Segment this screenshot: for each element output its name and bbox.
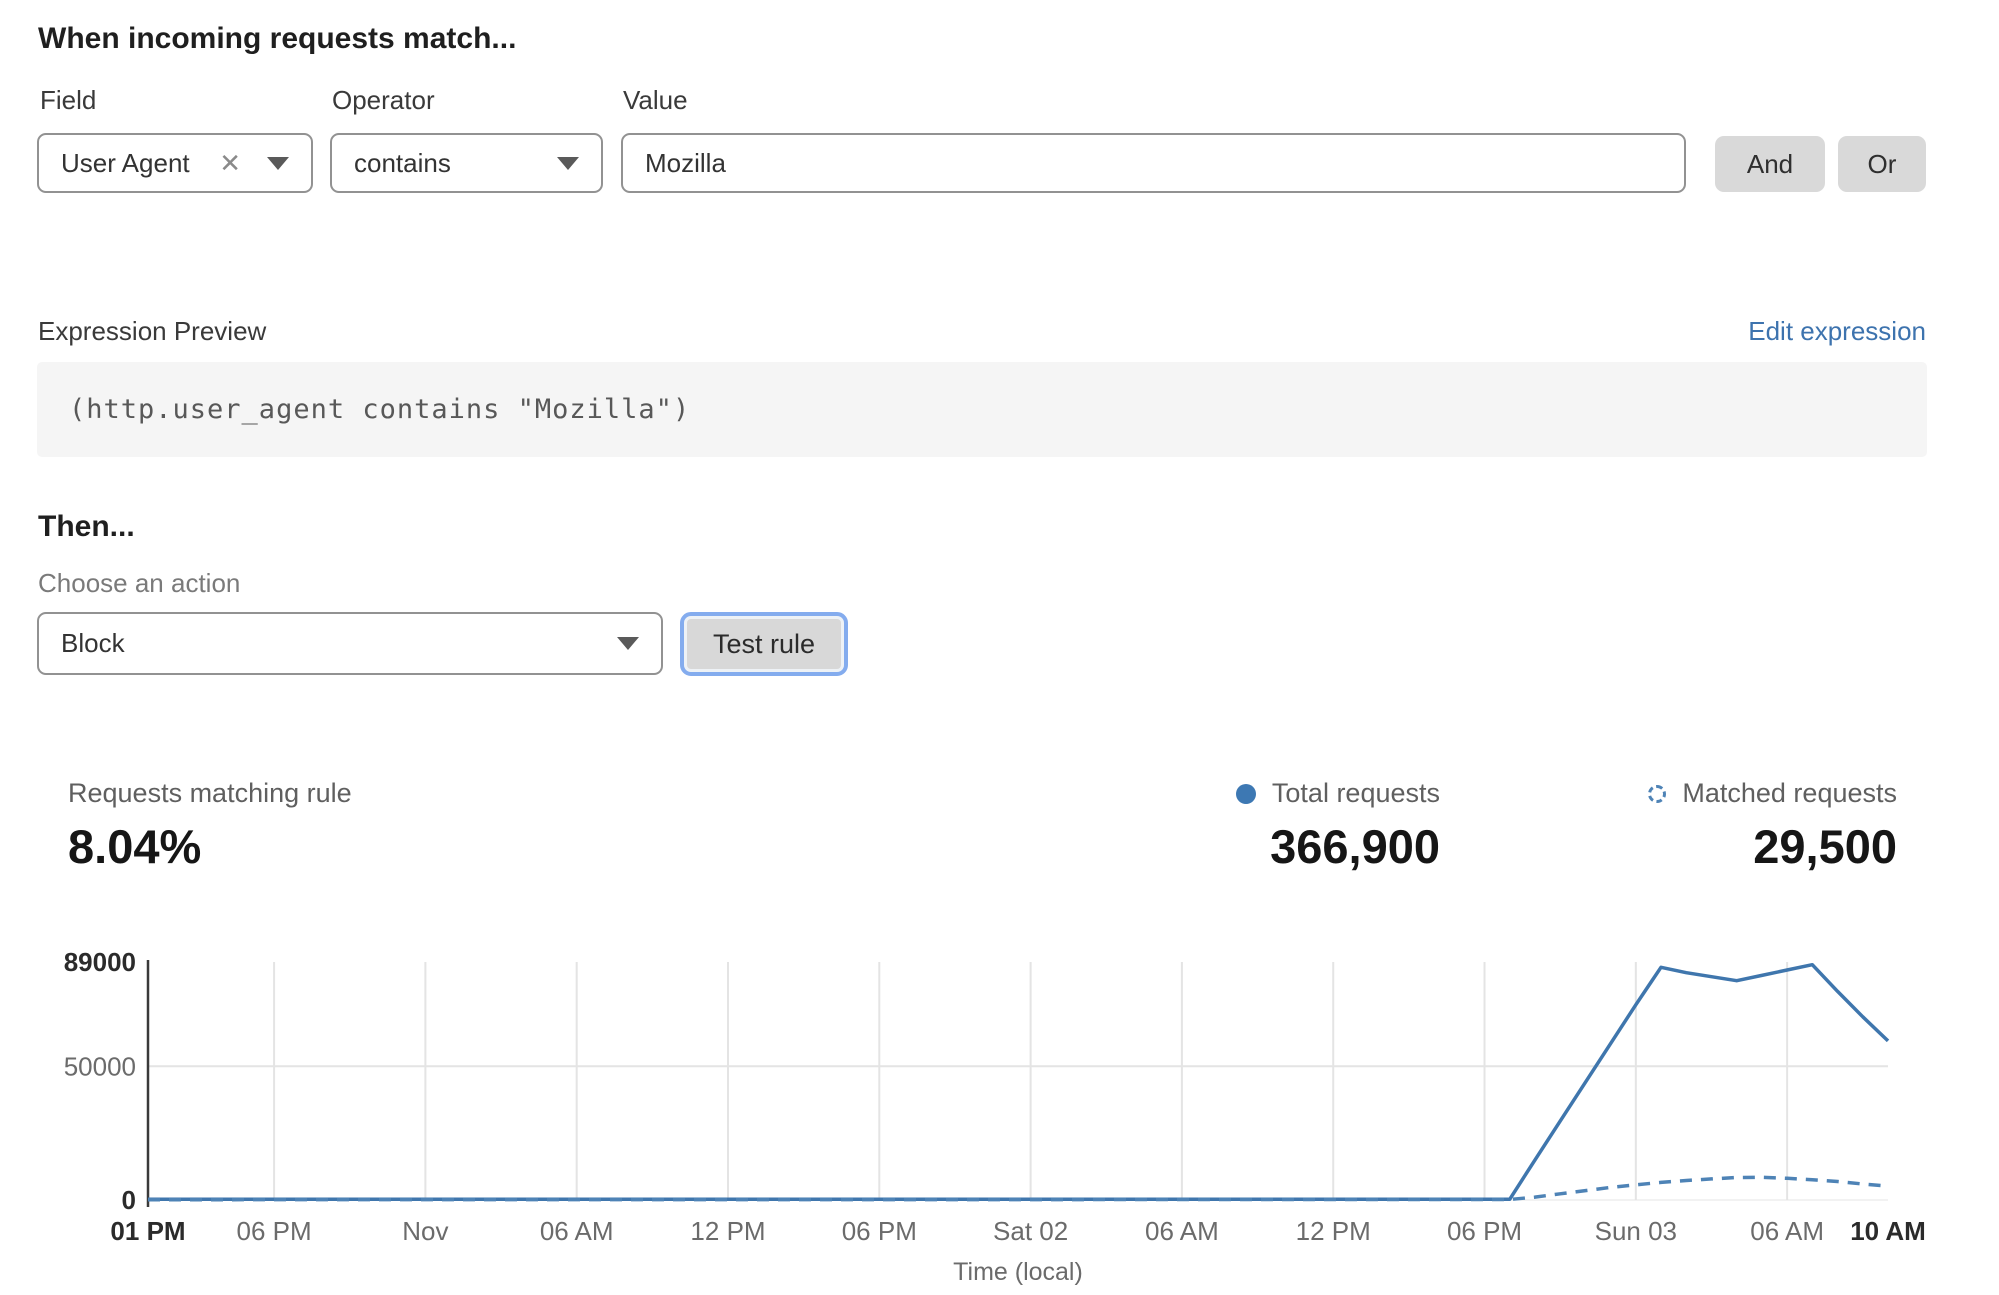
edit-expression-link[interactable]: Edit expression [1748,316,1926,347]
expression-code: (http.user_agent contains "Mozilla") [37,394,690,425]
total-requests-value: 366,900 [1236,819,1440,874]
operator-select[interactable]: contains [330,133,603,193]
value-input[interactable] [621,133,1686,193]
matched-requests-label: Matched requests [1682,778,1897,809]
x-tick-label: 01 PM [110,1216,185,1246]
requests-chart: 0 50000 89000 01 PM 06 PM Nov 06 AM 12 PM 06 PM S… [0,930,1999,1295]
or-button[interactable]: Or [1838,136,1926,192]
x-tick-label: 06 PM [1447,1216,1522,1246]
chevron-down-icon [557,157,579,170]
chevron-down-icon [267,157,289,170]
x-tick-label: 12 PM [690,1216,765,1246]
total-requests-label: Total requests [1272,778,1440,809]
matched-requests-legend-icon [1648,785,1666,803]
chart-line-matched [148,1177,1888,1199]
then-section-title: Then... [38,510,135,544]
test-rule-button[interactable]: Test rule [684,616,844,672]
x-tick-label: 06 PM [842,1216,917,1246]
requests-chart-svg: 0 50000 89000 01 PM 06 PM Nov 06 AM 12 PM 06 PM S… [0,930,1999,1295]
matched-requests-stat: Matched requests 29,500 [1648,778,1897,874]
x-tick-label: Sun 03 [1595,1216,1677,1246]
matching-rule-label: Requests matching rule [68,778,352,809]
matching-rule-stat: Requests matching rule 8.04% [68,778,352,874]
matching-rule-value: 8.04% [68,819,352,874]
field-label: Field [40,85,96,116]
x-tick-label: 06 AM [1145,1216,1219,1246]
action-select[interactable]: Block [37,612,663,675]
total-requests-legend-icon [1236,784,1256,804]
operator-select-value: contains [354,148,451,179]
action-select-value: Block [61,628,125,659]
clear-field-icon[interactable]: ✕ [219,150,241,176]
x-tick-label: 06 AM [1750,1216,1824,1246]
and-button[interactable]: And [1715,136,1825,192]
expression-preview-label: Expression Preview [38,316,266,347]
x-tick-label: 10 AM [1850,1216,1926,1246]
y-tick-label: 0 [122,1185,136,1215]
x-tick-label: Sat 02 [993,1216,1068,1246]
choose-action-label: Choose an action [38,568,240,599]
y-tick-label: 50000 [64,1051,136,1081]
chevron-down-icon [617,637,639,650]
x-tick-label: Nov [402,1216,448,1246]
x-axis-title: Time (local) [953,1258,1083,1286]
firewall-rule-builder: When incoming requests match... Field Op… [0,0,1999,1295]
value-label: Value [623,85,688,116]
field-select-value: User Agent [61,148,190,179]
operator-label: Operator [332,85,435,116]
field-select[interactable]: User Agent ✕ [37,133,313,193]
chart-line-total [148,965,1888,1200]
y-tick-label: 89000 [64,947,136,977]
match-section-title: When incoming requests match... [38,22,516,56]
x-tick-label: 06 AM [540,1216,614,1246]
matched-requests-value: 29,500 [1648,819,1897,874]
x-tick-label: 12 PM [1296,1216,1371,1246]
x-tick-label: 06 PM [237,1216,312,1246]
expression-code-box: (http.user_agent contains "Mozilla") [37,362,1927,457]
total-requests-stat: Total requests 366,900 [1236,778,1440,874]
